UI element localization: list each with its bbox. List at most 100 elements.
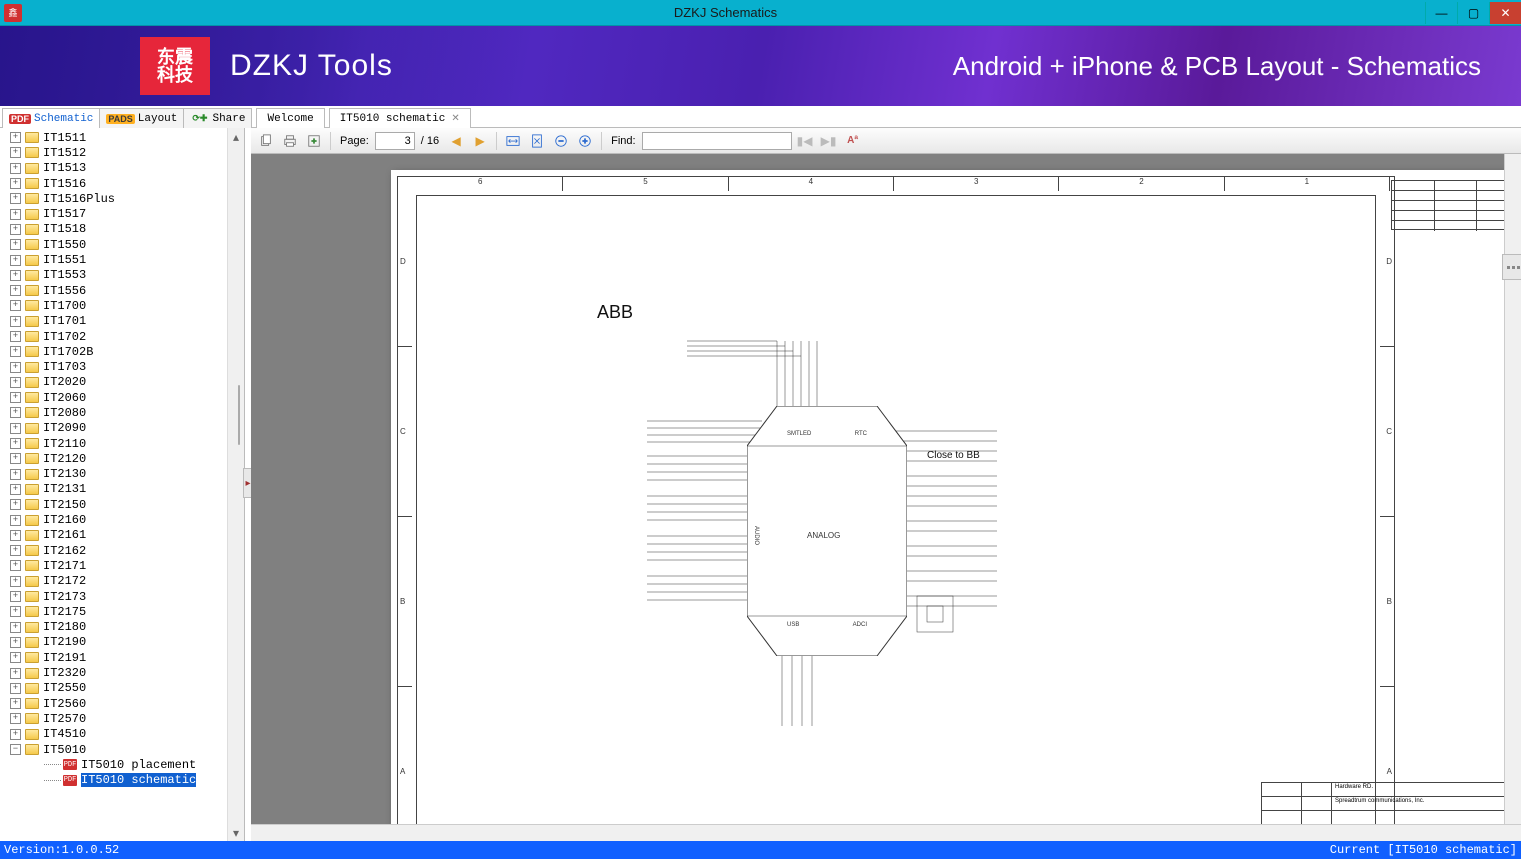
tab-layout[interactable]: PADS Layout — [99, 108, 184, 128]
copy-button[interactable] — [255, 131, 277, 151]
expand-icon[interactable] — [10, 392, 21, 403]
tree-item[interactable]: IT2120 — [10, 451, 227, 466]
doc-tab-welcome[interactable]: Welcome — [256, 108, 324, 128]
case-button[interactable]: Aª — [842, 131, 864, 151]
expand-icon[interactable] — [10, 209, 21, 220]
export-button[interactable] — [303, 131, 325, 151]
tree-item[interactable]: IT1518 — [10, 222, 227, 237]
tree-item[interactable]: IT1516 — [10, 176, 227, 191]
tab-schematic[interactable]: PDF Schematic — [2, 108, 100, 128]
tree-item[interactable]: IT1551 — [10, 252, 227, 267]
tree-item[interactable]: IT2320 — [10, 665, 227, 680]
tree-item[interactable]: PDFIT5010 placement — [10, 757, 227, 772]
expand-icon[interactable] — [10, 576, 21, 587]
tree-item[interactable]: IT2090 — [10, 421, 227, 436]
expand-icon[interactable] — [10, 545, 21, 556]
expand-icon[interactable] — [10, 147, 21, 158]
expand-icon[interactable] — [10, 668, 21, 679]
expand-icon[interactable] — [10, 530, 21, 541]
tree-item[interactable]: IT1512 — [10, 145, 227, 160]
minimize-button[interactable]: — — [1425, 2, 1457, 24]
tree-item[interactable]: IT2162 — [10, 543, 227, 558]
print-button[interactable] — [279, 131, 301, 151]
expand-icon[interactable] — [10, 407, 21, 418]
tab-share[interactable]: ⟳✚ Share — [183, 108, 252, 128]
tree-item[interactable]: PDFIT5010 schematic — [10, 772, 227, 787]
expand-icon[interactable] — [10, 270, 21, 281]
scroll-thumb[interactable] — [238, 385, 240, 445]
expand-icon[interactable] — [10, 132, 21, 143]
tree-item[interactable]: IT1550 — [10, 237, 227, 252]
tree-item[interactable]: IT2175 — [10, 604, 227, 619]
maximize-button[interactable]: ▢ — [1457, 2, 1489, 24]
close-tab-icon[interactable]: ✕ — [451, 113, 459, 125]
find-prev-button[interactable]: ▮◀ — [794, 131, 816, 151]
doc-tab-current[interactable]: IT5010 schematic ✕ — [329, 108, 471, 128]
prev-page-button[interactable]: ◀ — [445, 131, 467, 151]
tree-item[interactable]: IT2131 — [10, 482, 227, 497]
tree-item[interactable]: IT2130 — [10, 467, 227, 482]
expand-icon[interactable] — [10, 515, 21, 526]
zoom-out-button[interactable] — [550, 131, 572, 151]
viewer-hscroll[interactable] — [251, 824, 1521, 841]
expand-icon[interactable] — [10, 163, 21, 174]
close-button[interactable]: ✕ — [1489, 2, 1521, 24]
expand-icon[interactable] — [10, 469, 21, 480]
fit-page-button[interactable] — [526, 131, 548, 151]
expand-icon[interactable] — [10, 622, 21, 633]
tree-item[interactable]: IT2190 — [10, 635, 227, 650]
scroll-up-icon[interactable]: ▴ — [228, 128, 244, 145]
expand-icon[interactable] — [10, 362, 21, 373]
expand-icon[interactable] — [10, 178, 21, 189]
tree-item[interactable]: IT1553 — [10, 268, 227, 283]
expand-icon[interactable] — [10, 606, 21, 617]
tree-item[interactable]: IT2161 — [10, 528, 227, 543]
tree-item[interactable]: IT1513 — [10, 161, 227, 176]
expand-icon[interactable] — [10, 193, 21, 204]
tree-item[interactable]: IT2180 — [10, 620, 227, 635]
expand-icon[interactable] — [10, 591, 21, 602]
tree-item[interactable]: IT2550 — [10, 681, 227, 696]
tree-item[interactable]: IT2160 — [10, 512, 227, 527]
tree-item[interactable]: IT1701 — [10, 314, 227, 329]
tree-item[interactable]: IT2570 — [10, 711, 227, 726]
tree-item[interactable]: IT2150 — [10, 497, 227, 512]
expand-icon[interactable] — [10, 499, 21, 510]
scroll-down-icon[interactable]: ▾ — [228, 824, 244, 841]
tree-item[interactable]: IT2172 — [10, 574, 227, 589]
expand-icon[interactable] — [10, 713, 21, 724]
expand-icon[interactable] — [10, 683, 21, 694]
tree-item[interactable]: IT2110 — [10, 436, 227, 451]
find-input[interactable] — [642, 132, 792, 150]
expand-icon[interactable] — [10, 453, 21, 464]
expand-icon[interactable] — [10, 285, 21, 296]
expand-icon[interactable] — [10, 331, 21, 342]
tree-item[interactable]: IT2560 — [10, 696, 227, 711]
tree-item[interactable]: IT2191 — [10, 650, 227, 665]
expand-icon[interactable] — [10, 316, 21, 327]
tree-item[interactable]: IT1703 — [10, 359, 227, 374]
expand-icon[interactable] — [10, 377, 21, 388]
pdf-canvas[interactable]: ABB — [251, 154, 1521, 824]
expand-icon[interactable] — [10, 255, 21, 266]
collapse-icon[interactable] — [10, 744, 21, 755]
tree-item[interactable]: IT1517 — [10, 206, 227, 221]
expand-icon[interactable] — [10, 652, 21, 663]
tree-item[interactable]: IT1516Plus — [10, 191, 227, 206]
tree-item[interactable]: IT1702 — [10, 329, 227, 344]
find-next-button[interactable]: ▶▮ — [818, 131, 840, 151]
tree-item[interactable]: IT1700 — [10, 298, 227, 313]
expand-icon[interactable] — [10, 560, 21, 571]
tree-item[interactable]: IT1556 — [10, 283, 227, 298]
tree-item[interactable]: IT2171 — [10, 558, 227, 573]
expand-icon[interactable] — [10, 300, 21, 311]
tree-item[interactable]: IT2020 — [10, 375, 227, 390]
tree-item[interactable]: IT1702B — [10, 344, 227, 359]
tree-item[interactable]: IT2080 — [10, 405, 227, 420]
tree-item[interactable]: IT1511 — [10, 130, 227, 145]
tree-item[interactable]: IT4510 — [10, 727, 227, 742]
expand-icon[interactable] — [10, 224, 21, 235]
fit-width-button[interactable] — [502, 131, 524, 151]
expand-icon[interactable] — [10, 423, 21, 434]
expand-icon[interactable] — [10, 346, 21, 357]
